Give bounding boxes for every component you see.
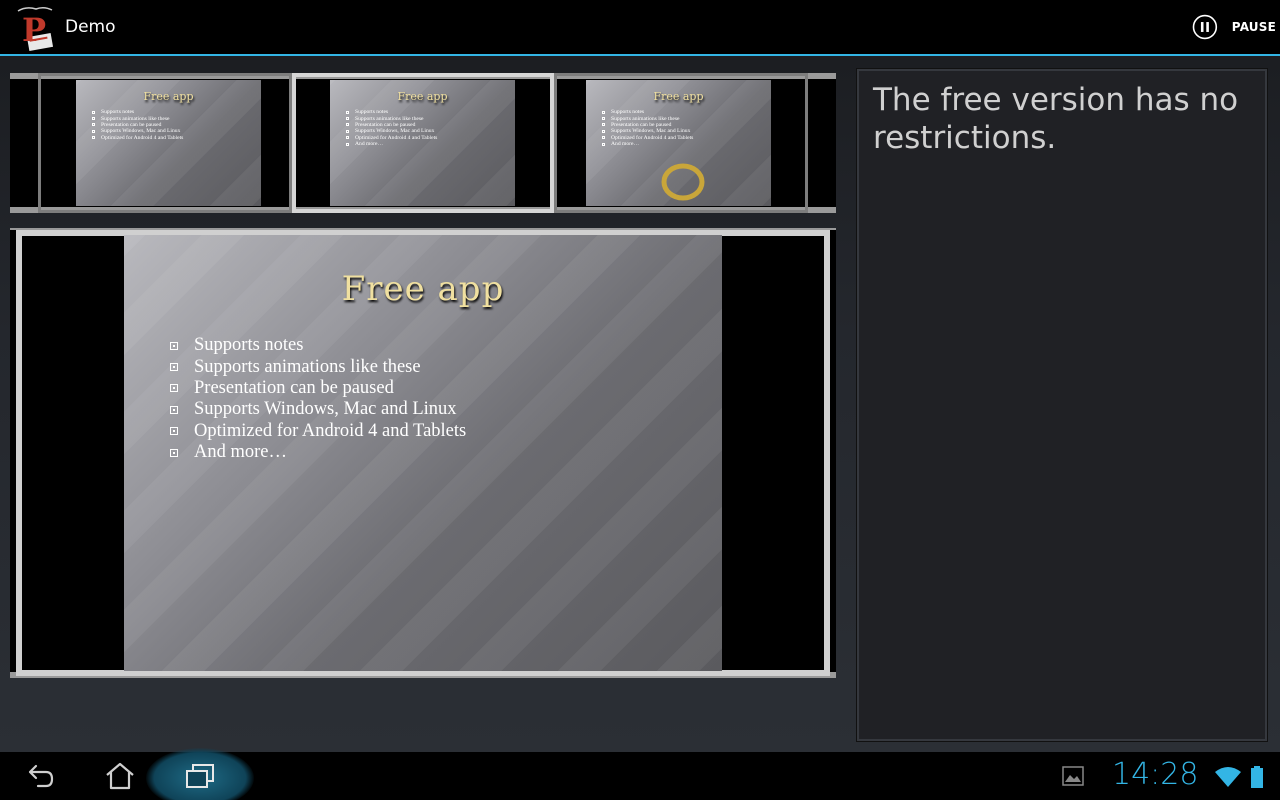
slide-thumbnail[interactable]: Free app Supports notes Supports animati…: [554, 73, 808, 213]
slide-bullet: Supports notes: [170, 335, 466, 356]
pause-button[interactable]: PAUSE: [1192, 10, 1276, 44]
slide-thumbnail-current[interactable]: Free app Supports notes Supports animati…: [292, 73, 554, 213]
slide-bullet: And more…: [170, 442, 466, 463]
bullet-icon: [170, 448, 178, 457]
bullet-icon: [170, 405, 178, 414]
thumbnail-slide-title: Free app: [653, 90, 704, 103]
slide-bullet: Presentation can be paused: [170, 378, 466, 399]
bullet-icon: [170, 384, 178, 393]
thumbnail-slide-title: Free app: [143, 90, 194, 103]
back-button[interactable]: [0, 752, 80, 800]
svg-text:P: P: [22, 11, 46, 49]
thumbnail-slide-title: Free app: [397, 90, 448, 103]
thumbnail-slide: Free app Supports notes Supports animati…: [330, 80, 515, 206]
slide-title: Free app: [341, 269, 505, 309]
current-slide-viewer[interactable]: Free app Supports notes Supports animati…: [10, 228, 836, 678]
thumbnail-slide: Free app Supports notes Supports animati…: [76, 80, 261, 206]
slide-thumbnail[interactable]: Free app Supports notes Supports animati…: [38, 73, 292, 213]
recent-apps-button[interactable]: [160, 752, 240, 800]
thumbnail-bullet: And more…: [346, 141, 437, 147]
presenter-content: Free app Supports notes Supports animati…: [0, 56, 1280, 752]
thumbnail-bullet: Supports animations like these: [602, 115, 693, 122]
back-icon: [28, 764, 54, 788]
pause-icon: [1192, 14, 1218, 40]
bullet-icon: [170, 427, 178, 436]
slide-bullet: Optimized for Android 4 and Tablets: [170, 421, 466, 442]
gallery-notification-icon[interactable]: [1062, 766, 1084, 790]
presentation-app-icon[interactable]: P: [16, 5, 56, 51]
thumbnail-bullet: Optimized for Android 4 and Tablets: [602, 135, 693, 141]
slide-bullet-list: Supports notes Supports animations like …: [170, 335, 466, 463]
recent-apps-icon: [186, 764, 214, 788]
slide-filmstrip[interactable]: Free app Supports notes Supports animati…: [10, 73, 836, 213]
thumbnail-bullet: Supports Windows, Mac and Linux: [602, 128, 693, 134]
bullet-icon: [170, 341, 178, 350]
speaker-notes-text: The free version has no restrictions.: [873, 82, 1239, 156]
bullet-icon: [170, 363, 178, 372]
thumbnail-bullet: Supports animations like these: [346, 115, 437, 122]
thumbnail-bullet: Optimized for Android 4 and Tablets: [92, 135, 183, 141]
speaker-notes-panel[interactable]: The free version has no restrictions.: [857, 69, 1267, 741]
current-slide: Free app Supports notes Supports animati…: [124, 235, 722, 671]
system-navigation-bar: 14:28: [0, 748, 1280, 800]
status-clock[interactable]: 14:28: [1112, 757, 1198, 792]
action-bar: P Demo PAUSE: [0, 0, 1280, 54]
wifi-icon: [1214, 766, 1242, 792]
thumbnail-bullet: Supports Windows, Mac and Linux: [346, 128, 437, 134]
slide-bullet: Supports animations like these: [170, 356, 466, 377]
pause-label: PAUSE: [1231, 20, 1276, 34]
home-icon: [106, 762, 134, 790]
slide-bullet: Supports Windows, Mac and Linux: [170, 399, 466, 420]
animation-ring-shape: [661, 163, 705, 201]
thumbnail-bullet-list: Supports notes Supports animations like …: [602, 109, 693, 147]
thumbnail-slide: Free app Supports notes Supports animati…: [586, 80, 771, 206]
thumbnail-bullet: And more…: [602, 141, 693, 147]
thumbnail-bullet: Supports Windows, Mac and Linux: [92, 128, 183, 134]
home-button[interactable]: [80, 752, 160, 800]
thumbnail-bullet: Optimized for Android 4 and Tablets: [346, 135, 437, 141]
battery-icon: [1250, 766, 1264, 792]
thumbnail-bullet: Supports animations like these: [92, 115, 183, 122]
thumbnail-bullet-list: Supports notes Supports animations like …: [346, 109, 437, 147]
app-title: Demo: [65, 17, 116, 37]
thumbnail-bullet-list: Supports notes Supports animations like …: [92, 109, 183, 141]
